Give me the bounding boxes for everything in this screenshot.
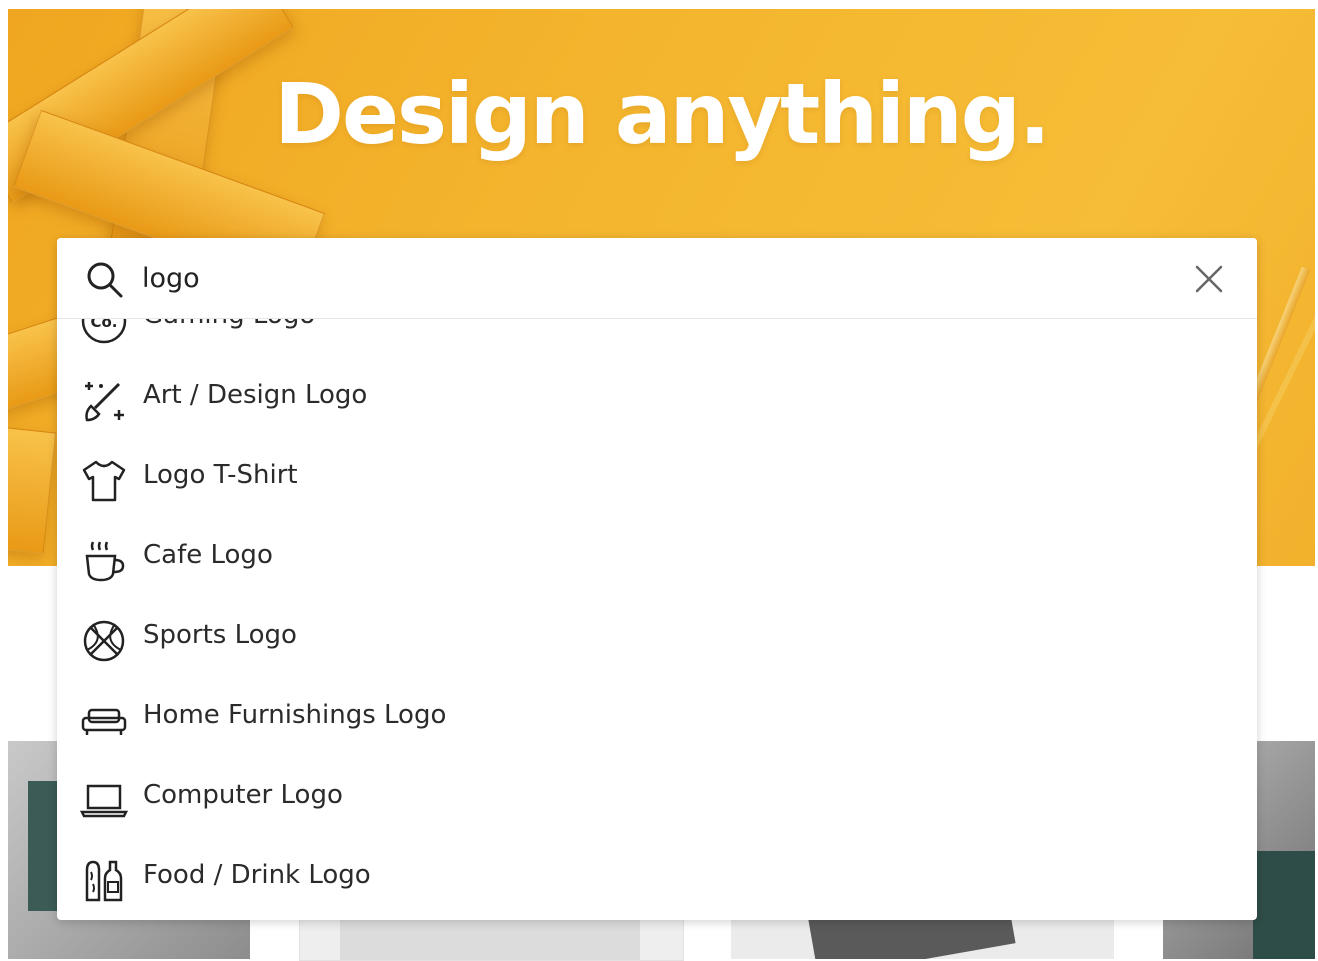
suggestion-item[interactable]: Logo T-Shirt (57, 438, 1257, 518)
coffee-cup-icon (85, 541, 125, 582)
suggestion-label: Cafe Logo (143, 540, 273, 570)
suggestion-item[interactable]: Sports Logo (57, 598, 1257, 678)
suggestion-item[interactable]: Computer Logo (57, 758, 1257, 838)
suggestion-item[interactable]: Art / Design Logo (57, 358, 1257, 438)
hero-title: Design anything. (274, 65, 1051, 163)
decor-wood (8, 426, 57, 554)
laptop-icon (79, 784, 129, 818)
magic-brush-icon (85, 382, 124, 422)
search-icon[interactable] (83, 258, 127, 302)
suggestion-label: Logo T-Shirt (143, 460, 298, 490)
suggestion-label: Home Furnishings Logo (143, 700, 447, 730)
sofa-icon (81, 708, 127, 735)
t-shirt-icon (82, 460, 126, 502)
suggestion-label: Food / Drink Logo (143, 860, 371, 890)
search-bar (57, 238, 1257, 319)
suggestion-item[interactable]: Food / Drink Logo (57, 838, 1257, 918)
search-dropdown: Co. Gaming Logo Art / Design Logo Logo T… (57, 238, 1257, 920)
close-icon[interactable] (1190, 260, 1228, 298)
suggestion-item[interactable]: Home Furnishings Logo (57, 678, 1257, 758)
bread-bottle-icon (85, 860, 123, 902)
suggestion-label: Art / Design Logo (143, 380, 368, 410)
suggestion-label: Computer Logo (143, 780, 343, 810)
basketball-icon (83, 620, 125, 662)
suggestion-item[interactable]: Cafe Logo (57, 518, 1257, 598)
search-input[interactable] (142, 258, 1162, 298)
suggestion-label: Sports Logo (143, 620, 297, 650)
